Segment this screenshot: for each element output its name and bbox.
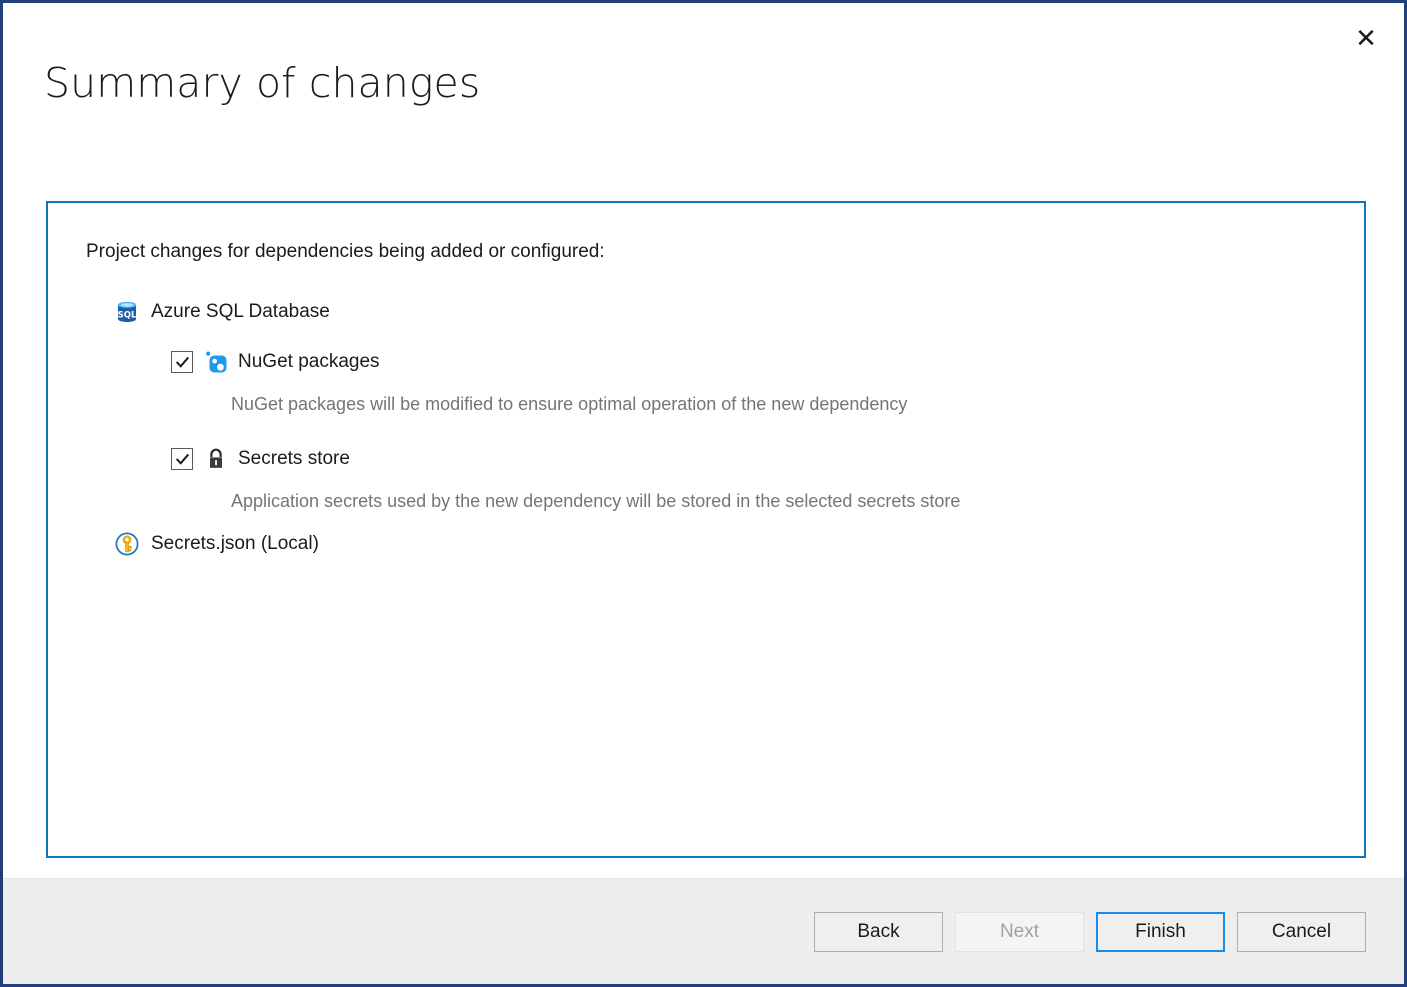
key-icon [115,532,139,556]
dialog-body: ✕ Summary of changes Project changes for… [3,3,1404,878]
back-button[interactable]: Back [814,912,943,952]
secrets-store-checkbox[interactable] [171,448,193,470]
panel-intro-text: Project changes for dependencies being a… [86,241,605,263]
close-icon[interactable]: ✕ [1346,19,1386,59]
next-button[interactable]: Next [955,912,1084,952]
finish-button[interactable]: Finish [1096,912,1225,952]
dialog-footer: Back Next Finish Cancel [3,878,1404,984]
summary-of-changes-dialog: ✕ Summary of changes Project changes for… [0,0,1407,987]
page-title: Summary of changes [44,59,480,107]
secrets-store-description: Application secrets used by the new depe… [231,491,960,512]
tree-item-secrets-json-local[interactable]: Secrets.json (Local) [115,532,319,556]
tree-item-label: Azure SQL Database [151,301,330,323]
lock-icon [207,448,225,470]
tree-item-azure-sql-database[interactable]: SQL Azure SQL Database [115,300,330,324]
tree-item-secrets-store[interactable]: Secrets store [171,448,350,470]
nuget-packages-description: NuGet packages will be modified to ensur… [231,394,907,415]
azure-sql-database-icon: SQL [115,300,139,324]
tree-item-nuget-packages[interactable]: NuGet packages [171,351,380,373]
nuget-packages-checkbox[interactable] [171,351,193,373]
tree-item-label: NuGet packages [238,351,380,373]
cancel-button[interactable]: Cancel [1237,912,1366,952]
changes-panel: Project changes for dependencies being a… [46,201,1366,858]
nuget-icon [205,351,227,373]
tree-item-label: Secrets.json (Local) [151,533,319,555]
tree-item-label: Secrets store [238,448,350,470]
svg-text:SQL: SQL [118,311,137,321]
